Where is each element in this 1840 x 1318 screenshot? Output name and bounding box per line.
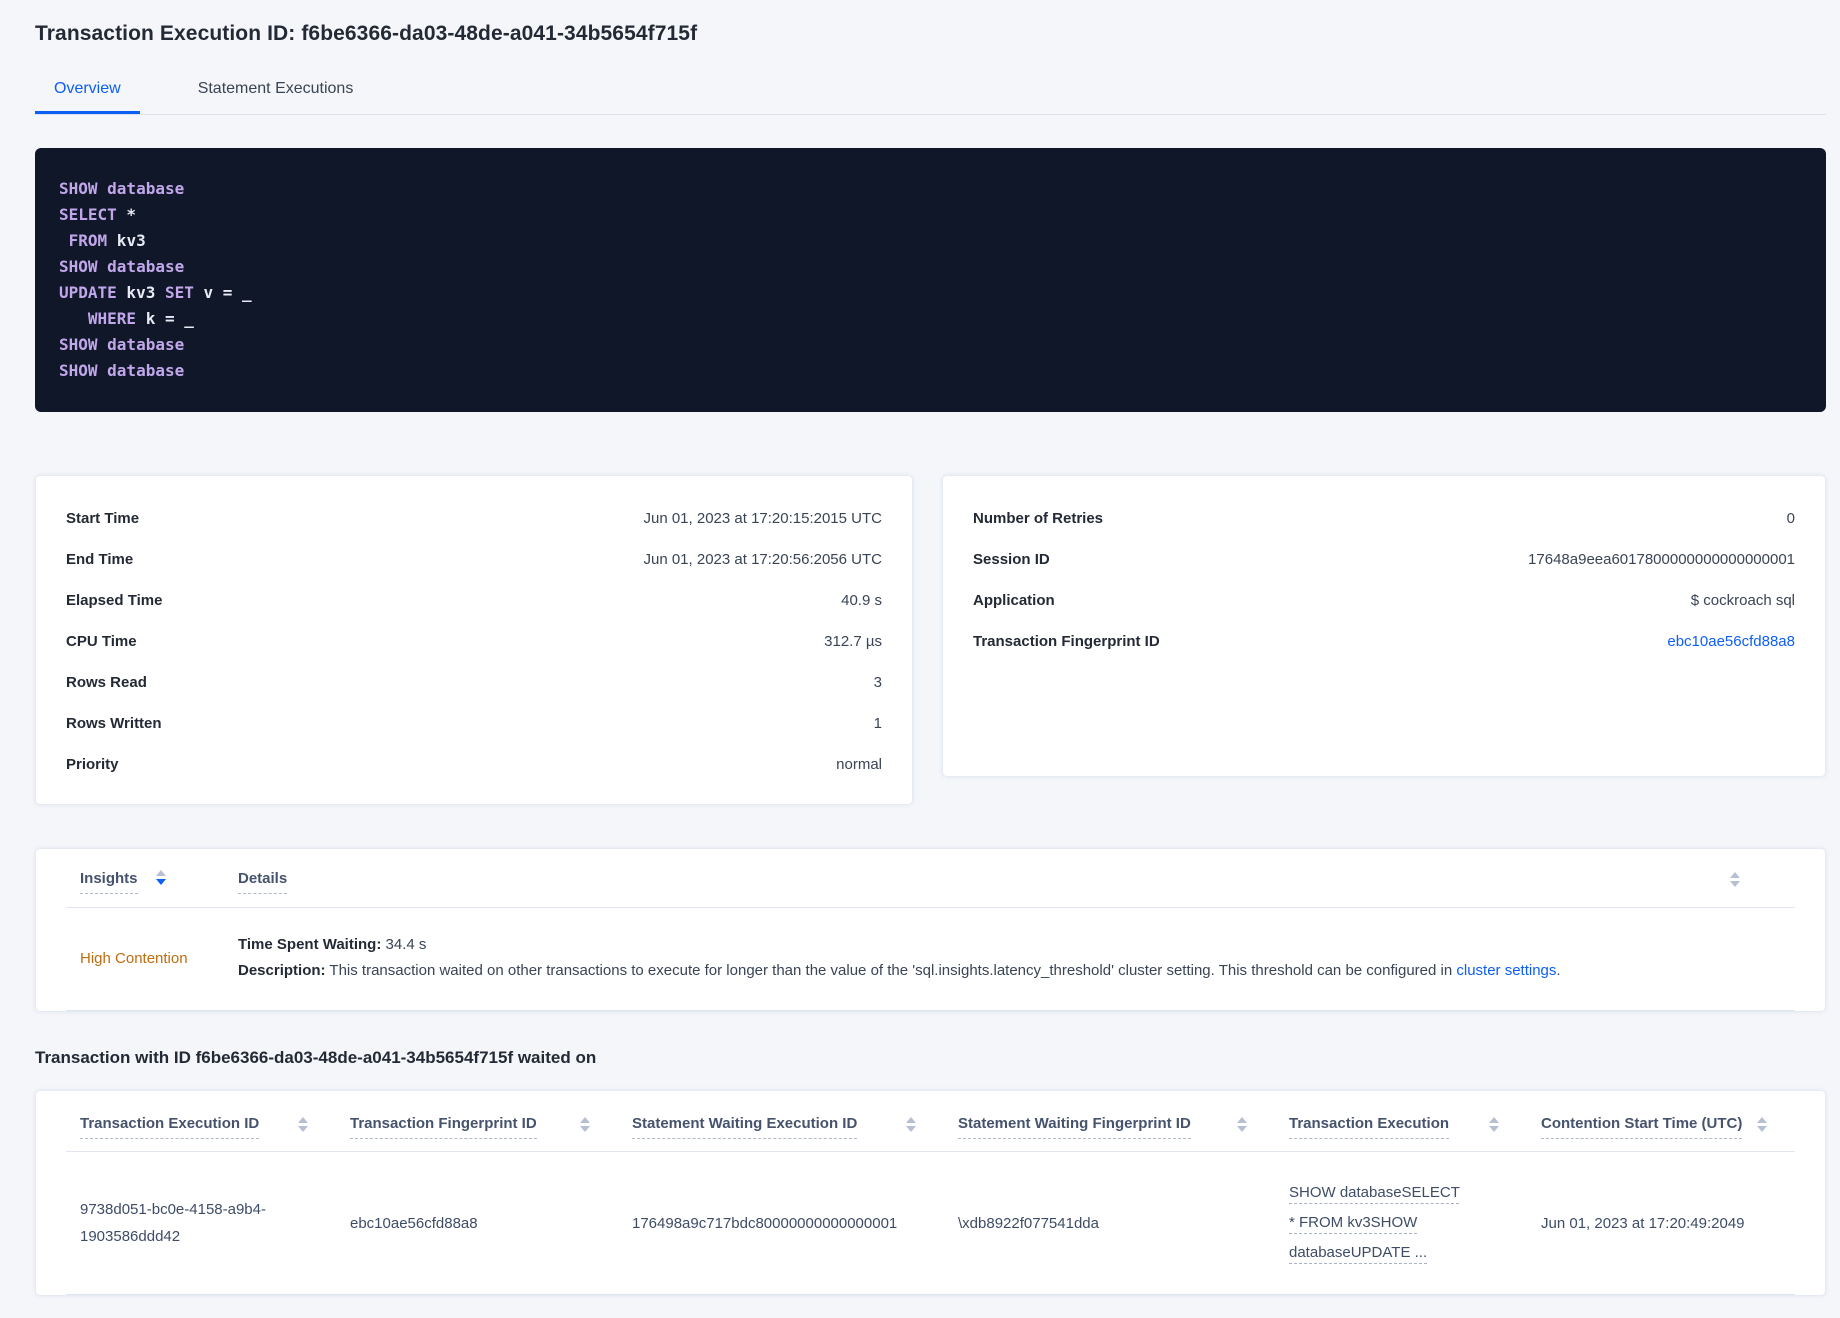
sql-line: SHOW database xyxy=(59,179,185,198)
insight-type-label: High Contention xyxy=(80,949,188,967)
stat-value: $ cockroach sql xyxy=(1690,592,1795,609)
stat-row: Number of Retries 0 xyxy=(973,498,1795,539)
stat-label: Start Time xyxy=(66,510,140,527)
column-header-contention-start-time[interactable]: Contention Start Time (UTC) xyxy=(1527,1115,1795,1139)
time-spent-waiting-line: Time Spent Waiting: 34.4 s xyxy=(238,932,1795,958)
stat-value: 1 xyxy=(873,715,882,732)
stat-label: Transaction Fingerprint ID xyxy=(973,633,1160,650)
stat-row: Session ID 17648a9eea60178000000000000000… xyxy=(973,539,1795,580)
column-header-transaction-execution-id[interactable]: Transaction Execution ID xyxy=(66,1115,336,1139)
transaction-execution-link[interactable]: SHOW databaseSELECT * FROM kv3SHOW datab… xyxy=(1289,1178,1464,1268)
cell-transaction-fingerprint-id: ebc10ae56cfd88a8 xyxy=(350,1214,478,1232)
insight-details: Time Spent Waiting: 34.4 s Description: … xyxy=(224,932,1795,984)
stat-value: Jun 01, 2023 at 17:20:15:2015 UTC xyxy=(643,510,882,527)
sql-line: SHOW database xyxy=(59,335,185,354)
insight-row: High Contention Time Spent Waiting: 34.4… xyxy=(66,908,1795,1011)
insights-table-header: Insights Details xyxy=(66,849,1795,908)
stat-value: 3 xyxy=(873,674,882,691)
stat-row: Start Time Jun 01, 2023 at 17:20:15:2015 … xyxy=(66,498,882,539)
cell-statement-waiting-fingerprint-id: \xdb8922f077541dda xyxy=(958,1214,1099,1232)
stat-value: 17648a9eea6017800000000000000001 xyxy=(1528,551,1795,568)
cell-transaction-execution-id: 9738d051-bc0e-4158-a9b4-1903586ddd42 xyxy=(80,1201,266,1245)
description-text: This transaction waited on other transac… xyxy=(329,962,1457,979)
stat-row: Rows Read 3 xyxy=(66,662,882,703)
tab-bar: Overview Statement Executions xyxy=(35,70,1826,115)
cell-statement-waiting-execution-id: 176498a9c717bdc80000000000000001 xyxy=(632,1214,898,1232)
column-header-transaction-execution[interactable]: Transaction Execution xyxy=(1275,1115,1527,1139)
stat-label: CPU Time xyxy=(66,633,137,650)
transaction-details-page: Transaction Execution ID: f6be6366-da03-… xyxy=(0,0,1840,1296)
sql-line: SELECT * xyxy=(59,205,137,224)
stat-label: Number of Retries xyxy=(973,510,1104,527)
column-header-label[interactable]: Statement Waiting Execution ID xyxy=(632,1115,858,1139)
sort-icon[interactable] xyxy=(155,870,166,885)
stat-row: CPU Time 312.7 µs xyxy=(66,621,882,662)
stat-row: Transaction Fingerprint ID ebc10ae56cfd88… xyxy=(973,621,1795,662)
stat-label: End Time xyxy=(66,551,134,568)
stat-value: normal xyxy=(836,756,882,773)
stat-value: 0 xyxy=(1786,510,1795,527)
column-header-label[interactable]: Transaction Execution ID xyxy=(80,1115,260,1139)
waited-on-heading: Transaction with ID f6be6366-da03-48de-a… xyxy=(35,1048,597,1067)
stat-row: End Time Jun 01, 2023 at 17:20:56:2056 UT… xyxy=(66,539,882,580)
column-header-label[interactable]: Statement Waiting Fingerprint ID xyxy=(958,1115,1191,1139)
stat-row: Rows Written 1 xyxy=(66,703,882,744)
cell-contention-start-time: Jun 01, 2023 at 17:20:49:2049 xyxy=(1541,1214,1745,1232)
description-label: Description: xyxy=(238,962,326,979)
table-row: 9738d051-bc0e-4158-a9b4-1903586ddd42 ebc1… xyxy=(66,1152,1795,1295)
waited-on-table-card: Transaction Execution ID Transaction Fing… xyxy=(35,1090,1826,1296)
time-spent-waiting-label: Time Spent Waiting: xyxy=(238,936,382,953)
stat-label: Session ID xyxy=(973,551,1050,568)
sort-icon[interactable] xyxy=(1757,1117,1767,1132)
stat-value: Jun 01, 2023 at 17:20:56:2056 UTC xyxy=(643,551,882,568)
column-header-label[interactable]: Transaction Execution xyxy=(1289,1115,1450,1139)
description-line: Description: This transaction waited on … xyxy=(238,958,1795,984)
sort-icon[interactable] xyxy=(906,1117,916,1132)
sql-line: UPDATE kv3 SET v = _ xyxy=(59,283,252,302)
sort-icon[interactable] xyxy=(580,1117,590,1132)
stat-label: Rows Written xyxy=(66,715,162,732)
page-title: Transaction Execution ID: f6be6366-da03-… xyxy=(35,22,698,45)
column-header-statement-waiting-fingerprint-id[interactable]: Statement Waiting Fingerprint ID xyxy=(944,1115,1275,1139)
details-column-header[interactable]: Details xyxy=(238,870,288,894)
column-header-transaction-fingerprint-id[interactable]: Transaction Fingerprint ID xyxy=(336,1115,618,1139)
column-header-label[interactable]: Transaction Fingerprint ID xyxy=(350,1115,537,1139)
sort-icon[interactable] xyxy=(1237,1117,1247,1132)
insights-card: Insights Details High Contention Time Sp… xyxy=(35,848,1826,1012)
column-header-statement-waiting-execution-id[interactable]: Statement Waiting Execution ID xyxy=(618,1115,944,1139)
stat-label: Elapsed Time xyxy=(66,592,163,609)
stat-value: 312.7 µs xyxy=(824,633,882,650)
tab-overview[interactable]: Overview xyxy=(35,70,140,114)
cell-transaction-execution: SHOW databaseSELECT * FROM kv3SHOW datab… xyxy=(1275,1178,1527,1268)
stat-row: Elapsed Time 40.9 s xyxy=(66,580,882,621)
stat-label: Application xyxy=(973,592,1055,609)
execution-meta-card: Number of Retries 0 Session ID 17648a9eea60… xyxy=(942,475,1826,777)
stat-label: Rows Read xyxy=(66,674,147,691)
execution-timing-card: Start Time Jun 01, 2023 at 17:20:15:2015 … xyxy=(35,475,913,805)
sort-icon[interactable] xyxy=(1730,872,1740,887)
cluster-settings-link[interactable]: cluster settings xyxy=(1456,962,1556,979)
sql-line: WHERE k = _ xyxy=(59,309,194,328)
sort-icon[interactable] xyxy=(1489,1117,1499,1132)
stat-row: Application $ cockroach sql xyxy=(973,580,1795,621)
insights-column-header[interactable]: Insights xyxy=(80,870,138,894)
summary-cards-row: Start Time Jun 01, 2023 at 17:20:15:2015 … xyxy=(35,475,1826,805)
sql-statements-box: SHOW database SELECT * FROM kv3 SHOW datab… xyxy=(35,148,1826,412)
time-spent-waiting-value: 34.4 s xyxy=(385,936,427,953)
tab-statement-executions[interactable]: Statement Executions xyxy=(179,70,373,114)
sql-line: SHOW database xyxy=(59,361,185,380)
sql-line: SHOW database xyxy=(59,257,185,276)
description-period: . xyxy=(1556,962,1561,979)
stat-value: 40.9 s xyxy=(841,592,882,609)
stat-row: Priority normal xyxy=(66,744,882,785)
column-header-label[interactable]: Contention Start Time (UTC) xyxy=(1541,1115,1743,1139)
stat-label: Priority xyxy=(66,756,119,773)
sort-icon[interactable] xyxy=(298,1117,308,1132)
waited-on-table-header: Transaction Execution ID Transaction Fing… xyxy=(66,1091,1795,1152)
sql-line: FROM kv3 xyxy=(59,231,146,250)
transaction-fingerprint-id-link[interactable]: ebc10ae56cfd88a8 xyxy=(1667,633,1795,650)
